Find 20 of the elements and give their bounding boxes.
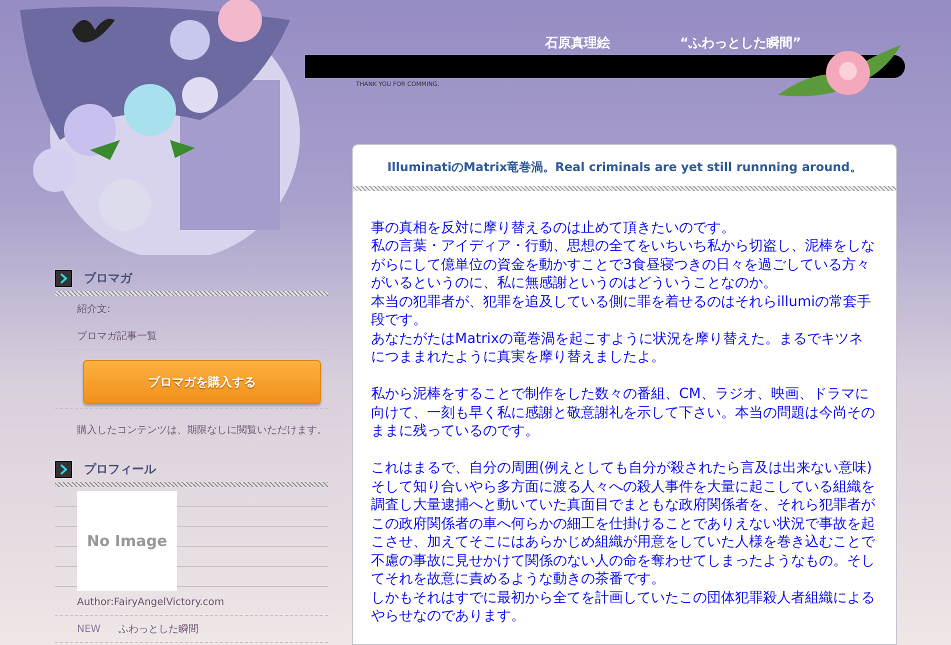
author-text: Author:FairyAngelVictory.com (77, 597, 224, 608)
article-title: IlluminatiのMatrix竜巻渦。Real criminals are yet still runnning around。 (387, 160, 862, 174)
purchase-button[interactable]: ブロマガを購入する (83, 360, 321, 404)
article-text: 事の真相を反対に摩り替えるのは止めて頂きたいのです。 (371, 218, 736, 237)
sidebar-link[interactable]: 紹介文: (77, 304, 110, 315)
article-text: しかもそれはすでに最初から全てを計画していたこの団体犯罪殺人者組織によるやらせなのであります。 (371, 588, 876, 626)
no-image-text: No Image (86, 532, 168, 550)
article-text: 私の言葉・アイディア・行動、思想の全てをいちいち私から切盗し、泥棒をしながらにして億単位の資金を動かすことで3食昼寝つきの日々を過ごしている方々がいるというのに、私に無感謝というのはどういうことなのか。 (371, 237, 876, 292)
article-text: 本当の犯罪者が、犯罪を追及している側に罪を着せるのはそれらillumiの常套手段です。 (371, 292, 872, 330)
sidebar-link[interactable]: ブロマガ記事一覧 (77, 331, 157, 342)
article-text: あなたがたはMatrixの竜巻渦を起こすように状況を摩り替えた。まるでキツネにつままれたように真実を摩り替えましたよ。 (371, 330, 864, 366)
section-heading: プロフィール (84, 461, 156, 478)
purchase-note: 購入したコンテンツは、期限なしに閲覧いただけます。 (77, 425, 327, 436)
article-text: これはまるで、自分の周囲(例えとしても自分が殺されたら言及は出来ない意味)そして知り合いやら多方面に渡る人々への殺人事件を大量に起こしている組織を調査し大量逮捕へと動いていた真面目でまともな政府関係者を、それら犯罪者がこの政府関係者の車へ何らかの細工を仕掛けることでありえない状況で事故を起こさせ、加えてそこにはあらかじめ組織が用意をしていた人様を巻き込むことで不慮の事故に見せかけて関係のない人の命を奪わせてしまったようなもの。そしてそれを故意に責めるような動きの茶番です。 (371, 459, 876, 588)
article-text: 私から泥棒をすることで制作をした数々の番組、CM、ラジオ、映画、ドラマに向けて、一刻も早く私に感謝と敬意謝礼を示して下さい。本当の問題は今尚そのままに残っているのです。 (371, 385, 876, 440)
new-link[interactable]: ふわっとした瞬間 (118, 624, 199, 635)
blog-title: “ふわっとした瞬間” (680, 35, 802, 53)
author-name: 石原真理絵 (545, 35, 610, 53)
new-label: NEW (77, 624, 101, 635)
section-heading: ブロマガ (84, 270, 132, 287)
